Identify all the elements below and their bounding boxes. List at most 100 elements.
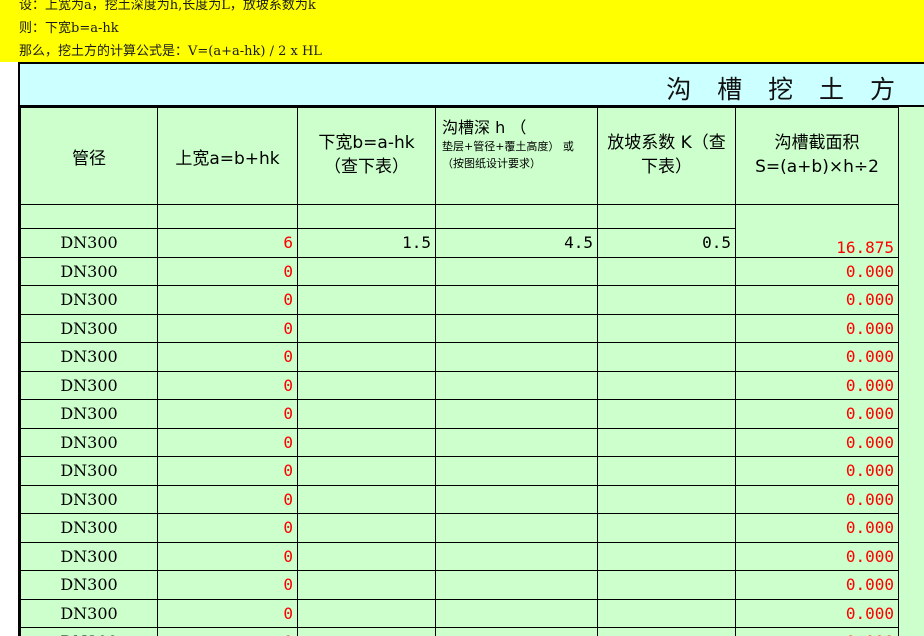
depth-cell[interactable]: [435, 513, 598, 543]
depth-cell[interactable]: [435, 427, 598, 457]
slope-cell[interactable]: [597, 313, 736, 343]
pipe-cell[interactable]: DN300: [20, 570, 158, 600]
area-cell[interactable]: 0.000: [735, 541, 899, 571]
slope-cell[interactable]: [597, 484, 736, 514]
pipe-cell[interactable]: DN300: [20, 456, 158, 486]
bottom-width-cell[interactable]: [297, 342, 436, 372]
bottom-width-cell[interactable]: [297, 456, 436, 486]
header-slope-factor[interactable]: 放坡系数 K（查下表）: [597, 107, 736, 205]
depth-cell[interactable]: [435, 598, 598, 628]
bottom-width-cell[interactable]: 1.5: [297, 228, 436, 258]
top-width-cell[interactable]: 0: [157, 285, 298, 315]
top-width-cell[interactable]: 0: [157, 399, 298, 429]
depth-cell[interactable]: [435, 370, 598, 400]
pipe-cell[interactable]: DN300: [20, 370, 158, 400]
bottom-width-cell[interactable]: [297, 541, 436, 571]
blank-cell[interactable]: [20, 204, 158, 229]
bottom-width-cell[interactable]: [297, 598, 436, 628]
slope-cell[interactable]: [597, 370, 736, 400]
area-cell[interactable]: 0.000: [735, 598, 899, 628]
area-cell[interactable]: 0.000: [735, 484, 899, 514]
bottom-width-cell[interactable]: [297, 285, 436, 315]
top-width-cell[interactable]: 0: [157, 627, 298, 636]
area-cell[interactable]: 0.000: [735, 370, 899, 400]
pipe-cell[interactable]: DN300: [20, 484, 158, 514]
depth-cell[interactable]: [435, 342, 598, 372]
area-cell[interactable]: 0.000: [735, 399, 899, 429]
slope-cell[interactable]: [597, 570, 736, 600]
area-cell[interactable]: 0.000: [735, 285, 899, 315]
blank-cell[interactable]: [297, 204, 436, 229]
header-section-area[interactable]: 沟槽截面积 S=(a+b)×h÷2: [735, 107, 899, 205]
pipe-cell[interactable]: DN300: [20, 228, 158, 258]
pipe-cell[interactable]: DN300: [20, 285, 158, 315]
area-cell[interactable]: 0.000: [735, 456, 899, 486]
slope-cell[interactable]: [597, 285, 736, 315]
top-width-cell[interactable]: 0: [157, 313, 298, 343]
bottom-width-cell[interactable]: [297, 370, 436, 400]
bottom-width-cell[interactable]: [297, 570, 436, 600]
depth-cell[interactable]: 4.5: [435, 228, 598, 258]
depth-cell[interactable]: [435, 313, 598, 343]
header-top-width[interactable]: 上宽a=b+hk: [157, 107, 298, 205]
slope-cell[interactable]: [597, 456, 736, 486]
header-trench-depth[interactable]: 沟槽深 h （ 垫层+管径+覆土高度） 或 （按图纸设计要求）: [435, 107, 598, 205]
area-cell[interactable]: 0.000: [735, 427, 899, 457]
area-cell[interactable]: 0.000: [735, 256, 899, 286]
bottom-width-cell[interactable]: [297, 513, 436, 543]
pipe-cell[interactable]: DN300: [20, 342, 158, 372]
pipe-cell[interactable]: DN300: [20, 399, 158, 429]
area-cell[interactable]: 0.000: [735, 342, 899, 372]
area-cell[interactable]: 0.000: [735, 570, 899, 600]
depth-cell[interactable]: [435, 456, 598, 486]
blank-cell[interactable]: [435, 204, 598, 229]
area-cell[interactable]: 0.000: [735, 627, 899, 636]
slope-cell[interactable]: [597, 427, 736, 457]
pipe-cell[interactable]: DN300: [20, 256, 158, 286]
bottom-width-cell[interactable]: [297, 484, 436, 514]
pipe-cell[interactable]: DN300: [20, 598, 158, 628]
top-width-cell[interactable]: 0: [157, 342, 298, 372]
top-width-cell[interactable]: 0: [157, 256, 298, 286]
area-cell[interactable]: 16.875: [735, 204, 899, 258]
bottom-width-cell[interactable]: [297, 627, 436, 636]
blank-cell[interactable]: [157, 204, 298, 229]
bottom-width-cell[interactable]: [297, 399, 436, 429]
bottom-width-cell[interactable]: [297, 427, 436, 457]
depth-cell[interactable]: [435, 570, 598, 600]
pipe-cell[interactable]: DN300: [20, 513, 158, 543]
top-width-cell[interactable]: 0: [157, 570, 298, 600]
slope-cell[interactable]: [597, 513, 736, 543]
slope-cell[interactable]: 0.5: [597, 228, 736, 258]
top-width-cell[interactable]: 0: [157, 427, 298, 457]
bottom-width-cell[interactable]: [297, 313, 436, 343]
top-width-cell[interactable]: 0: [157, 456, 298, 486]
slope-cell[interactable]: [597, 399, 736, 429]
depth-cell[interactable]: [435, 627, 598, 636]
area-cell[interactable]: 0.000: [735, 313, 899, 343]
depth-cell[interactable]: [435, 484, 598, 514]
top-width-cell[interactable]: 0: [157, 484, 298, 514]
depth-cell[interactable]: [435, 256, 598, 286]
top-width-cell[interactable]: 6: [157, 228, 298, 258]
pipe-cell[interactable]: DN300: [20, 627, 158, 636]
blank-cell[interactable]: [597, 204, 736, 229]
depth-cell[interactable]: [435, 541, 598, 571]
slope-cell[interactable]: [597, 627, 736, 636]
top-width-cell[interactable]: 0: [157, 370, 298, 400]
slope-cell[interactable]: [597, 342, 736, 372]
area-cell[interactable]: 0.000: [735, 513, 899, 543]
header-bottom-width[interactable]: 下宽b=a-hk（查下表）: [297, 107, 436, 205]
top-width-cell[interactable]: 0: [157, 541, 298, 571]
pipe-cell[interactable]: DN300: [20, 427, 158, 457]
top-width-cell[interactable]: 0: [157, 513, 298, 543]
top-width-cell[interactable]: 0: [157, 598, 298, 628]
header-pipe-diameter[interactable]: 管径: [20, 107, 158, 205]
bottom-width-cell[interactable]: [297, 256, 436, 286]
slope-cell[interactable]: [597, 256, 736, 286]
slope-cell[interactable]: [597, 541, 736, 571]
depth-cell[interactable]: [435, 399, 598, 429]
slope-cell[interactable]: [597, 598, 736, 628]
pipe-cell[interactable]: DN300: [20, 541, 158, 571]
depth-cell[interactable]: [435, 285, 598, 315]
